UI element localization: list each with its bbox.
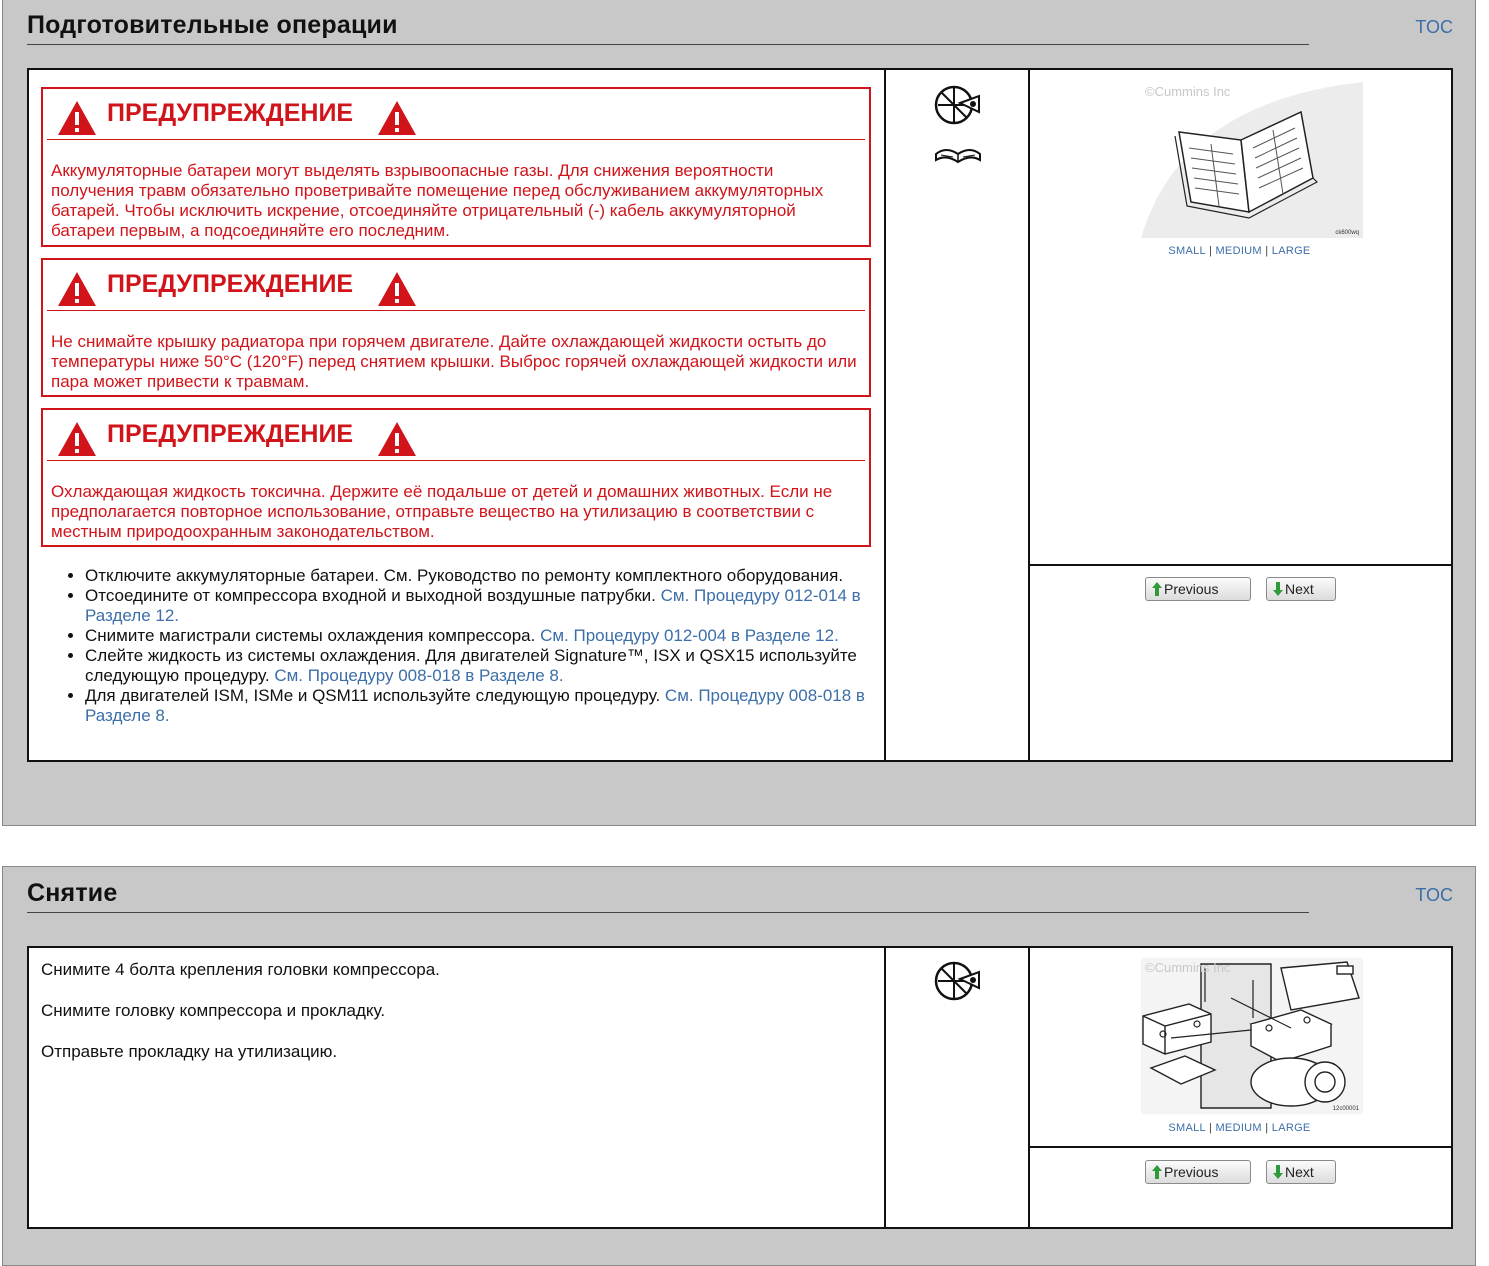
separator: | — [1265, 245, 1269, 257]
size-medium-link[interactable]: MEDIUM — [1215, 245, 1261, 257]
previous-button[interactable]: Previous — [1145, 577, 1251, 601]
warning-header: ПРЕДУПРЕЖДЕНИЕ — [47, 89, 865, 140]
list-item: Слейте жидкость из системы охлаждения. Д… — [85, 646, 895, 686]
figure-code: ck600wq — [1335, 230, 1359, 236]
compressor-head-removal-illustration: ©Cummins Inc 12c00001 — [1141, 958, 1363, 1114]
instruction-text: Снимите головку компрессора и прокладку. — [41, 1001, 386, 1020]
procedure-link[interactable]: См. Процедуру 012-004 в Разделе 12. — [540, 626, 839, 645]
size-small-link[interactable]: SMALL — [1168, 1122, 1205, 1134]
next-button[interactable]: Next — [1266, 577, 1336, 601]
size-large-link[interactable]: LARGE — [1272, 1122, 1311, 1134]
figure-copyright: ©Cummins Inc — [1145, 960, 1231, 975]
toc-link[interactable]: TOC — [1415, 885, 1453, 906]
warning-triangle-icon — [58, 101, 96, 135]
list-item: Отключите аккумуляторные батареи. См. Ру… — [85, 566, 895, 586]
warning-heading: ПРЕДУПРЕЖДЕНИЕ — [107, 270, 354, 298]
up-arrow-icon — [1152, 582, 1162, 596]
next-button[interactable]: Next — [1266, 1160, 1336, 1184]
manual-figure-image — [1141, 82, 1363, 238]
navigation-cell: Previous Next — [1028, 566, 1451, 760]
compressor-figure-image — [1141, 958, 1363, 1114]
section-preparatory-steps: Подготовительные операции TOC ПРЕДУПРЕЖД… — [2, 0, 1476, 826]
toc-link[interactable]: TOC — [1415, 17, 1453, 38]
navigation-cell: Previous Next — [1028, 1148, 1451, 1227]
procedure-panel: Снимите 4 болта крепления головки компре… — [27, 946, 1453, 1229]
manual-reference-icon — [935, 149, 981, 164]
instruction-text: Снимите 4 болта крепления головки компре… — [41, 960, 440, 979]
figure-column: ©Cummins Inc ck600wq SMALL | MEDIUM | LA… — [1028, 70, 1451, 760]
previous-button[interactable]: Previous — [1145, 1160, 1251, 1184]
section-removal: Снятие TOC Снимите 4 болта крепления гол… — [2, 866, 1476, 1266]
size-small-link[interactable]: SMALL — [1168, 245, 1205, 257]
figure-copyright: ©Cummins Inc — [1145, 84, 1231, 99]
tool-icons-column — [884, 70, 1030, 760]
list-item: Для двигателей ISM, ISMe и QSM11 использ… — [85, 686, 895, 726]
warning-text: Не снимайте крышку радиатора при горячем… — [51, 332, 857, 391]
down-arrow-icon — [1273, 1165, 1283, 1179]
image-size-links: SMALL | MEDIUM | LARGE — [1028, 1122, 1451, 1134]
section-header: Снятие — [27, 879, 1309, 913]
instruction-text: Отправьте прокладку на утилизацию. — [41, 1042, 338, 1061]
figure-cell: ©Cummins Inc ck600wq SMALL | MEDIUM | LA… — [1028, 70, 1451, 566]
time-estimate-icon — [934, 961, 980, 1001]
time-estimate-icon — [934, 85, 980, 125]
tool-icons-column — [884, 948, 1030, 1227]
up-arrow-icon — [1152, 1165, 1162, 1179]
warning-box-battery: ПРЕДУПРЕЖДЕНИЕ Аккумуляторные батареи мо… — [41, 87, 871, 247]
warning-header: ПРЕДУПРЕЖДЕНИЕ — [47, 410, 865, 461]
section-header: Подготовительные операции — [27, 11, 1309, 45]
figure-column: ©Cummins Inc 12c00001 SMALL | MEDIUM | L… — [1028, 948, 1451, 1227]
separator: | — [1208, 1122, 1213, 1134]
procedure-link[interactable]: См. Процедуру 008-018 в Разделе 8. — [274, 666, 563, 685]
size-medium-link[interactable]: MEDIUM — [1215, 1122, 1261, 1134]
figure-cell: ©Cummins Inc 12c00001 SMALL | MEDIUM | L… — [1028, 948, 1451, 1148]
warning-heading: ПРЕДУПРЕЖДЕНИЕ — [107, 99, 354, 127]
procedure-text-column: ПРЕДУПРЕЖДЕНИЕ Аккумуляторные батареи мо… — [29, 70, 884, 760]
procedure-text-column: Снимите 4 болта крепления головки компре… — [29, 948, 884, 1227]
size-large-link[interactable]: LARGE — [1272, 245, 1311, 257]
list-item: Отсоедините от компрессора входной и вых… — [85, 586, 895, 626]
open-manual-illustration: ©Cummins Inc ck600wq — [1141, 82, 1363, 238]
warning-text: Аккумуляторные батареи могут выделять вз… — [51, 161, 824, 240]
separator: | — [1265, 1122, 1269, 1134]
section-title: Снятие — [27, 879, 118, 907]
warning-text: Охлаждающая жидкость токсична. Держите е… — [51, 482, 833, 541]
list-item: Снимите магистрали системы охлаждения ко… — [85, 626, 895, 646]
warning-heading: ПРЕДУПРЕЖДЕНИЕ — [107, 420, 354, 448]
warning-header: ПРЕДУПРЕЖДЕНИЕ — [47, 260, 865, 311]
section-title: Подготовительные операции — [27, 11, 398, 39]
warning-triangle-icon — [58, 272, 96, 306]
warning-triangle-icon — [378, 422, 416, 456]
warning-triangle-icon — [378, 101, 416, 135]
down-arrow-icon — [1273, 582, 1283, 596]
separator: | — [1208, 245, 1213, 257]
procedure-panel: ПРЕДУПРЕЖДЕНИЕ Аккумуляторные батареи мо… — [27, 68, 1453, 762]
warning-triangle-icon — [378, 272, 416, 306]
warning-box-radiator: ПРЕДУПРЕЖДЕНИЕ Не снимайте крышку радиат… — [41, 258, 871, 397]
warning-box-coolant: ПРЕДУПРЕЖДЕНИЕ Охлаждающая жидкость токс… — [41, 408, 871, 547]
step-list: Отключите аккумуляторные батареи. См. Ру… — [65, 566, 895, 726]
warning-triangle-icon — [58, 422, 96, 456]
figure-code: 12c00001 — [1332, 1106, 1359, 1112]
image-size-links: SMALL | MEDIUM | LARGE — [1028, 245, 1451, 257]
